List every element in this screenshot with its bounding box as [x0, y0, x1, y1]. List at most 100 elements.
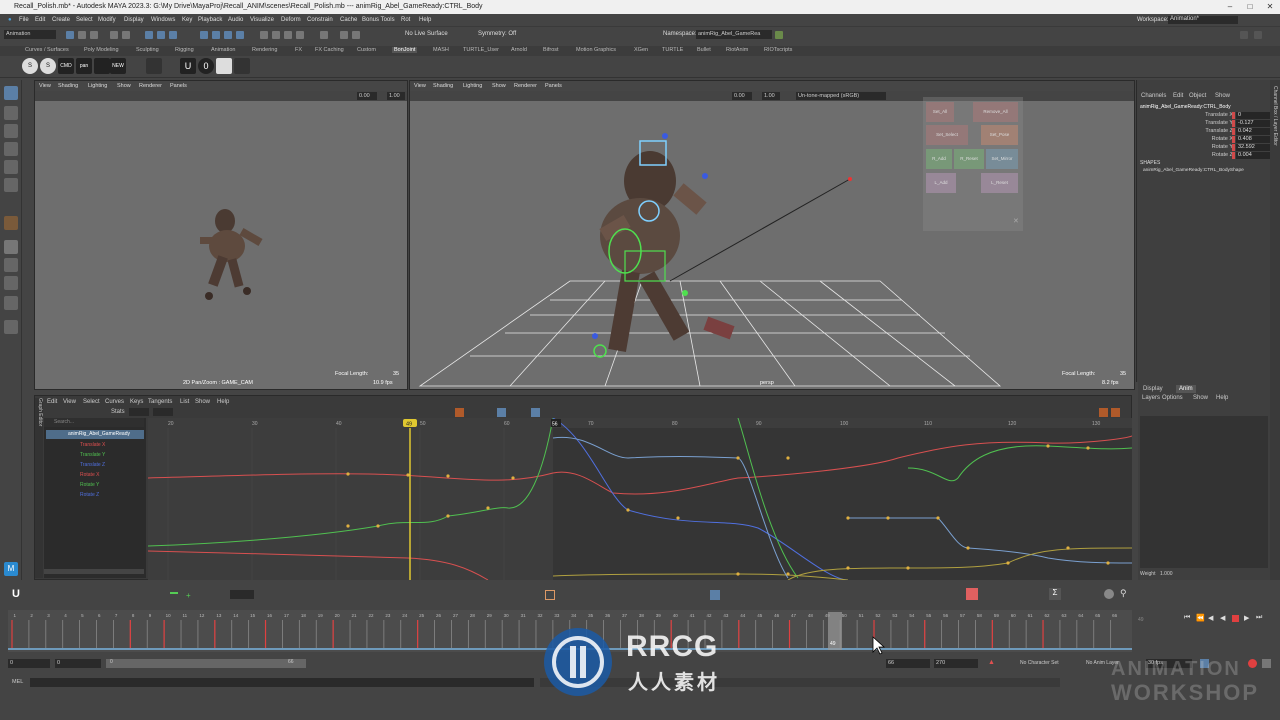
shelf-tab[interactable]: Bullet: [697, 47, 711, 53]
panel-toggle-icon[interactable]: [1254, 31, 1262, 39]
menu-deform[interactable]: Deform: [281, 17, 301, 23]
character-icon[interactable]: ▲: [988, 659, 995, 666]
layer-tab-display[interactable]: Display: [1143, 386, 1163, 392]
render-settings-icon[interactable]: [296, 31, 304, 39]
menu-modify[interactable]: Modify: [98, 17, 116, 23]
tangent-auto-icon[interactable]: [545, 590, 555, 600]
redo-icon[interactable]: [122, 31, 130, 39]
curve-graph[interactable]: 20 30 40 50 60 70 80 90 100 110 120 130 49 56: [148, 418, 1132, 580]
channel-value[interactable]: -0.127: [1236, 120, 1270, 127]
move-tool-icon[interactable]: [4, 142, 18, 156]
gamma-field[interactable]: 1.00: [387, 92, 405, 100]
zero-key-icon[interactable]: [170, 592, 178, 594]
menu-cache[interactable]: Cache: [340, 17, 357, 23]
shelf-tab[interactable]: RiotAnim: [726, 47, 748, 53]
picker-r-add[interactable]: R_Add: [926, 149, 952, 169]
go-start-icon[interactable]: ⏮: [1184, 614, 1190, 622]
channel-row[interactable]: Rotate X 0.408: [1137, 136, 1271, 144]
step-back-icon[interactable]: ⏪: [1196, 614, 1205, 622]
nudge-field[interactable]: [230, 590, 254, 599]
ge-normalize-icon[interactable]: [497, 408, 506, 417]
menu-edit[interactable]: Edit: [35, 17, 45, 23]
snap-curve-icon[interactable]: [212, 31, 220, 39]
history-icon[interactable]: [260, 31, 268, 39]
menu-file[interactable]: File: [19, 17, 29, 23]
picker-l-reset[interactable]: L_Reset: [981, 173, 1018, 193]
outliner-pane-icon[interactable]: [4, 296, 18, 310]
workspace-dropdown[interactable]: Animation*: [1168, 16, 1238, 24]
exposure-field[interactable]: 0.00: [732, 92, 752, 100]
shelf-tab[interactable]: Motion Graphics: [576, 47, 616, 53]
shelf-button-dot[interactable]: [146, 58, 162, 74]
ge-dopesheet-icon[interactable]: [1099, 408, 1108, 417]
shelf-tab[interactable]: TURTLE_User: [463, 47, 499, 53]
snap-view-icon[interactable]: [236, 31, 244, 39]
shelf-button-dark[interactable]: [234, 58, 250, 74]
shelf-tab[interactable]: RIOTscripts: [764, 47, 792, 53]
channel-value[interactable]: 0.004: [1236, 152, 1270, 159]
key-red-icon[interactable]: [966, 588, 978, 600]
picker-set-mirror[interactable]: Set_Mirror: [986, 149, 1018, 169]
snap-point-icon[interactable]: [224, 31, 232, 39]
channel-value[interactable]: 0.042: [1236, 128, 1270, 135]
ipr-render-icon[interactable]: [284, 31, 292, 39]
outliner-curve-item[interactable]: Rotate Z: [80, 492, 99, 498]
play-forward-icon[interactable]: ▶: [1244, 614, 1249, 622]
viewport-game-cam[interactable]: View Shading Lighting Show Renderer Pane…: [34, 80, 408, 390]
play-back-icon[interactable]: ◀: [1220, 614, 1225, 622]
shelf-tab[interactable]: TURTLE: [662, 47, 683, 53]
search-icon[interactable]: ⚲: [1120, 588, 1127, 599]
shelf-button-new[interactable]: NEW: [110, 58, 126, 74]
gamma-field[interactable]: 1.00: [762, 92, 780, 100]
exposure-field[interactable]: 0.00: [357, 92, 377, 100]
shelf-tab[interactable]: Sculpting: [136, 47, 159, 53]
shelf-tab[interactable]: Custom: [357, 47, 376, 53]
ge-menu-list[interactable]: List: [180, 399, 189, 405]
outliner-curve-item[interactable]: Translate Y: [80, 452, 105, 458]
shelf-tab[interactable]: Bifrost: [543, 47, 559, 53]
outliner-curve-item[interactable]: Rotate X: [80, 472, 99, 478]
shelf-tab[interactable]: XGen: [634, 47, 648, 53]
menu-create[interactable]: Create: [52, 17, 70, 23]
channel-value[interactable]: 0: [1236, 112, 1270, 119]
shelf-button-pan[interactable]: pan: [76, 58, 92, 74]
picker-l-add[interactable]: L_Add: [926, 173, 956, 193]
rotate-tool-icon[interactable]: [4, 160, 18, 174]
shelf-tab[interactable]: Rigging: [175, 47, 194, 53]
menu-select[interactable]: Select: [76, 17, 93, 23]
cb-tab-object[interactable]: Object: [1189, 93, 1206, 99]
prev-key-icon[interactable]: ◀: [1208, 614, 1213, 622]
cb-tab-edit[interactable]: Edit: [1173, 93, 1183, 99]
menu-playback[interactable]: Playback: [198, 17, 222, 23]
ge-menu-view[interactable]: View: [63, 399, 76, 405]
outliner-search[interactable]: Search...: [44, 418, 144, 427]
channel-row[interactable]: Translate X 0: [1137, 112, 1271, 120]
ge-menu-edit[interactable]: Edit: [47, 399, 57, 405]
menu-bonus-tools[interactable]: Bonus Tools: [362, 17, 395, 23]
key-select-icon[interactable]: [710, 590, 720, 600]
vp-menu-show[interactable]: Show: [492, 83, 506, 89]
ge-key-stats-icon[interactable]: [455, 408, 464, 417]
minimize-button[interactable]: –: [1220, 0, 1240, 14]
ge-layout-icon[interactable]: [1111, 408, 1120, 417]
undo-icon[interactable]: [110, 31, 118, 39]
menu-set-dropdown[interactable]: Animation: [4, 30, 56, 39]
go-end-icon[interactable]: ⏭: [1256, 614, 1262, 622]
symmetry-label[interactable]: Symmetry: Off: [478, 31, 516, 37]
shelf-button-u[interactable]: U: [180, 58, 196, 74]
cb-tab-show[interactable]: Show: [1215, 93, 1230, 99]
outliner-root-item[interactable]: animRig_Abel_GameReady: [46, 430, 144, 439]
select-component-icon[interactable]: [169, 31, 177, 39]
anim-end-field[interactable]: 270: [934, 659, 978, 668]
open-scene-icon[interactable]: [78, 31, 86, 39]
ge-menu-show[interactable]: Show: [195, 399, 210, 405]
command-input[interactable]: [30, 678, 534, 687]
shelf-button-zero[interactable]: 0: [198, 58, 214, 74]
live-surface-label[interactable]: No Live Surface: [405, 31, 448, 37]
namespace-field[interactable]: animRig_Abel_GameRea: [696, 30, 772, 39]
character-model-rig[interactable]: [565, 131, 765, 371]
select-tool-icon[interactable]: [4, 86, 18, 100]
shelf-button-rig-icon[interactable]: [94, 58, 110, 74]
menu-display[interactable]: Display: [124, 17, 144, 23]
four-pane-icon[interactable]: [4, 258, 18, 272]
